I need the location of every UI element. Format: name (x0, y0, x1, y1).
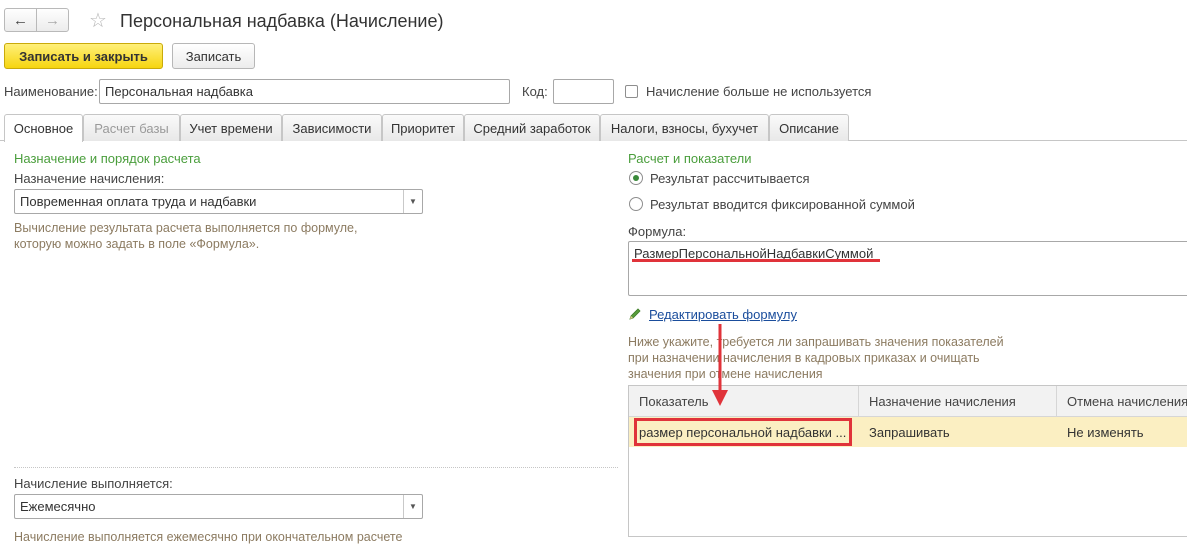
not-used-label: Начисление больше не используется (646, 84, 872, 99)
purpose-value: Повременная оплата труда и надбавки (20, 194, 257, 209)
favorite-star-icon[interactable]: ☆ (89, 8, 107, 33)
tab-taxes[interactable]: Налоги, взносы, бухучет (600, 114, 769, 141)
performed-select[interactable]: Ежемесячно ▼ (14, 494, 423, 519)
purpose-select[interactable]: Повременная оплата труда и надбавки ▼ (14, 189, 423, 214)
tab-label: Средний заработок (473, 120, 591, 136)
save-button[interactable]: Записать (172, 43, 255, 69)
formula-highlight-underline (632, 259, 880, 262)
tab-time-accounting[interactable]: Учет времени (180, 114, 282, 141)
chevron-down-icon[interactable]: ▼ (403, 190, 422, 213)
tab-label: Налоги, взносы, бухучет (610, 120, 759, 136)
assign-cell[interactable]: Запрашивать (859, 417, 1057, 447)
code-field[interactable] (553, 79, 614, 104)
purpose-hint: Вычисление результата расчета выполняетс… (14, 221, 358, 251)
edit-formula-link[interactable]: Редактировать формулу (649, 307, 797, 322)
calc-section-title: Расчет и показатели (628, 151, 752, 166)
arrow-left-icon: ← (13, 11, 28, 29)
section-divider (14, 467, 618, 469)
tab-priority[interactable]: Приоритет (382, 114, 464, 141)
performed-label: Начисление выполняется: (14, 476, 173, 491)
arrow-right-icon: → (45, 11, 60, 29)
tab-label: Приоритет (390, 120, 456, 136)
performed-hint: Начисление выполняется ежемесячно при ок… (14, 530, 403, 544)
tab-label: Расчет базы (94, 120, 169, 136)
radio-calculated-label: Результат рассчитывается (650, 171, 810, 186)
pencil-icon (628, 307, 642, 321)
name-value: Персональная надбавка (105, 84, 253, 99)
tab-label: Основное (13, 121, 74, 136)
purpose-section-title: Назначение и порядок расчета (14, 151, 201, 166)
page-title: Персональная надбавка (Начисление) (120, 11, 444, 31)
tab-dependencies[interactable]: Зависимости (282, 114, 382, 141)
tab-main[interactable]: Основное (4, 114, 83, 142)
column-header-assign[interactable]: Назначение начисления (859, 386, 1057, 417)
radio-calculated[interactable] (629, 171, 643, 185)
formula-label: Формула: (628, 224, 687, 239)
cancel-cell[interactable]: Не изменять (1057, 417, 1187, 447)
name-field[interactable]: Персональная надбавка (99, 79, 510, 104)
indicators-hint: Ниже укажите, требуется ли запрашивать з… (628, 335, 1004, 381)
tab-description[interactable]: Описание (769, 114, 849, 141)
back-button[interactable]: ← (4, 8, 37, 32)
column-header-indicator[interactable]: Показатель (629, 386, 859, 417)
not-used-checkbox[interactable] (625, 85, 638, 98)
formula-field[interactable]: РазмерПерсональнойНадбавкиСуммой (628, 241, 1187, 296)
radio-fixed-label: Результат вводится фиксированной суммой (650, 197, 915, 212)
forward-button[interactable]: → (36, 8, 69, 32)
name-label: Наименование: (4, 84, 98, 99)
tab-base-calc[interactable]: Расчет базы (83, 114, 180, 141)
code-label: Код: (522, 84, 548, 99)
column-header-cancel[interactable]: Отмена начисления (1057, 386, 1187, 417)
tab-label: Учет времени (189, 120, 273, 136)
tab-label: Описание (779, 120, 839, 136)
tab-label: Зависимости (292, 120, 372, 136)
radio-fixed[interactable] (629, 197, 643, 211)
tab-average-earnings[interactable]: Средний заработок (464, 114, 600, 141)
purpose-label: Назначение начисления: (14, 171, 165, 186)
annotation-arrow-icon (709, 322, 731, 411)
save-and-close-button[interactable]: Записать и закрыть (4, 43, 163, 69)
performed-value: Ежемесячно (20, 499, 96, 514)
indicator-highlight-box (634, 418, 852, 446)
chevron-down-icon[interactable]: ▼ (403, 495, 422, 518)
